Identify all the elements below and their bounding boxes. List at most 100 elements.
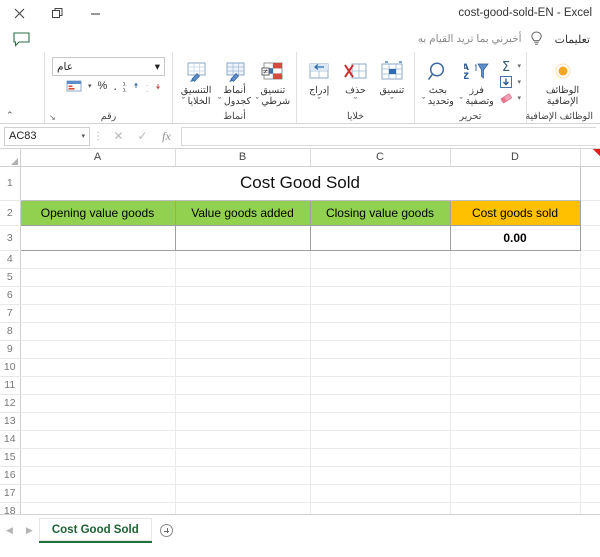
comments-icon[interactable] [9, 28, 33, 50]
cell-b6[interactable] [175, 286, 310, 304]
enter-formula-icon[interactable]: ✓ [136, 129, 149, 143]
row-header-3[interactable]: 3 [0, 225, 20, 250]
cell-d7[interactable] [450, 304, 580, 322]
cell-a16[interactable] [20, 466, 175, 484]
number-format-dropdown[interactable]: ▾ عام [52, 57, 165, 76]
cell-b8[interactable] [175, 322, 310, 340]
cell-a15[interactable] [20, 448, 175, 466]
cell-styles-button[interactable]: التنسيق الخلايا ˇ [178, 56, 214, 107]
restore-icon[interactable] [38, 0, 76, 26]
add-sheet-button[interactable] [152, 518, 182, 543]
cell-d8[interactable] [450, 322, 580, 340]
cell-c6[interactable] [310, 286, 450, 304]
row-header-2[interactable]: 2 [0, 200, 20, 225]
sheet-tab-cost-good-sold[interactable]: Cost Good Sold [39, 518, 152, 543]
cell-b9[interactable] [175, 340, 310, 358]
percent-style-button[interactable]: % [98, 80, 108, 92]
cell-d13[interactable] [450, 412, 580, 430]
tab-help[interactable]: تعليمات [551, 33, 594, 46]
cell-a14[interactable] [20, 430, 175, 448]
close-icon[interactable] [0, 0, 38, 26]
fill-button[interactable]: ▾ [497, 74, 521, 89]
cell-e3[interactable] [580, 225, 600, 250]
row-header-1[interactable]: 1 [0, 166, 20, 200]
cell-d10[interactable] [450, 358, 580, 376]
format-as-table-button[interactable]: أنماط كجدول ˇ [216, 56, 252, 107]
cell-a11[interactable] [20, 376, 175, 394]
cell-e7[interactable] [580, 304, 600, 322]
cell-d3[interactable]: 0.00 [450, 225, 580, 250]
row-header-6[interactable]: 6 [0, 286, 20, 304]
cell-a12[interactable] [20, 394, 175, 412]
cell-e16[interactable] [580, 466, 600, 484]
cell-a17[interactable] [20, 484, 175, 502]
cell-c18[interactable] [310, 502, 450, 515]
row-header-14[interactable]: 14 [0, 430, 20, 448]
cancel-formula-icon[interactable]: ✕ [112, 129, 125, 143]
cell-d5[interactable] [450, 268, 580, 286]
cell-b17[interactable] [175, 484, 310, 502]
row-header-15[interactable]: 15 [0, 448, 20, 466]
cell-d2[interactable]: Cost goods sold [450, 200, 580, 225]
cell-d14[interactable] [450, 430, 580, 448]
cell-c12[interactable] [310, 394, 450, 412]
cell-a7[interactable] [20, 304, 175, 322]
cell-e18[interactable] [580, 502, 600, 515]
row-header-5[interactable]: 5 [0, 268, 20, 286]
row-header-18[interactable]: 18 [0, 502, 20, 515]
cell-c4[interactable] [310, 250, 450, 268]
previous-sheet-icon[interactable]: ◀ [6, 525, 13, 536]
insert-cells-button[interactable]: إدراج ˇ [302, 56, 336, 107]
cell-e11[interactable] [580, 376, 600, 394]
cell-c15[interactable] [310, 448, 450, 466]
cell-e4[interactable] [580, 250, 600, 268]
cell-e12[interactable] [580, 394, 600, 412]
minimize-icon[interactable] [76, 0, 114, 26]
cell-e13[interactable] [580, 412, 600, 430]
accounting-format-button[interactable]: ▾ [88, 82, 92, 90]
cell-d17[interactable] [450, 484, 580, 502]
find-select-button[interactable]: بحث وتحديد ˇ [420, 56, 456, 107]
decrease-decimal-button[interactable]: .00 .0 [146, 80, 163, 93]
cell-b16[interactable] [175, 466, 310, 484]
cell-c17[interactable] [310, 484, 450, 502]
cell-b4[interactable] [175, 250, 310, 268]
autosum-button[interactable]: ▾ Σ [497, 58, 521, 73]
cell-b12[interactable] [175, 394, 310, 412]
cell-c14[interactable] [310, 430, 450, 448]
cell-a18[interactable] [20, 502, 175, 515]
cell-c8[interactable] [310, 322, 450, 340]
column-header-c[interactable]: C [310, 149, 450, 166]
clear-button[interactable]: ▾ [497, 90, 521, 105]
cell-d18[interactable] [450, 502, 580, 515]
cell-b2[interactable]: Value goods added [175, 200, 310, 225]
cell-b11[interactable] [175, 376, 310, 394]
name-box[interactable]: AC83 ▾ [4, 127, 90, 146]
cell-e1[interactable] [580, 166, 600, 200]
cell-c3[interactable] [310, 225, 450, 250]
cell-c2[interactable]: Closing value goods [310, 200, 450, 225]
cell-b18[interactable] [175, 502, 310, 515]
row-header-16[interactable]: 16 [0, 466, 20, 484]
insert-function-icon[interactable]: fx [160, 129, 173, 144]
select-all-corner[interactable] [0, 149, 20, 166]
row-header-9[interactable]: 9 [0, 340, 20, 358]
cell-a5[interactable] [20, 268, 175, 286]
increase-decimal-button[interactable]: .0 .00 [123, 80, 140, 93]
delete-cells-button[interactable]: حذف ˇ [338, 56, 372, 107]
cell-d9[interactable] [450, 340, 580, 358]
row-header-8[interactable]: 8 [0, 322, 20, 340]
cell-a2[interactable]: Opening value goods [20, 200, 175, 225]
row-header-4[interactable]: 4 [0, 250, 20, 268]
cell-d16[interactable] [450, 466, 580, 484]
row-header-13[interactable]: 13 [0, 412, 20, 430]
conditional-formatting-button[interactable]: ≠ تنسيق شرطي ˇ [255, 56, 291, 107]
cell-a13[interactable] [20, 412, 175, 430]
add-ins-button[interactable]: الوظائف الإضافية [534, 56, 592, 107]
cell-c16[interactable] [310, 466, 450, 484]
cell-e5[interactable] [580, 268, 600, 286]
cell-a3[interactable] [20, 225, 175, 250]
row-header-12[interactable]: 12 [0, 394, 20, 412]
cell-a8[interactable] [20, 322, 175, 340]
cell-a6[interactable] [20, 286, 175, 304]
